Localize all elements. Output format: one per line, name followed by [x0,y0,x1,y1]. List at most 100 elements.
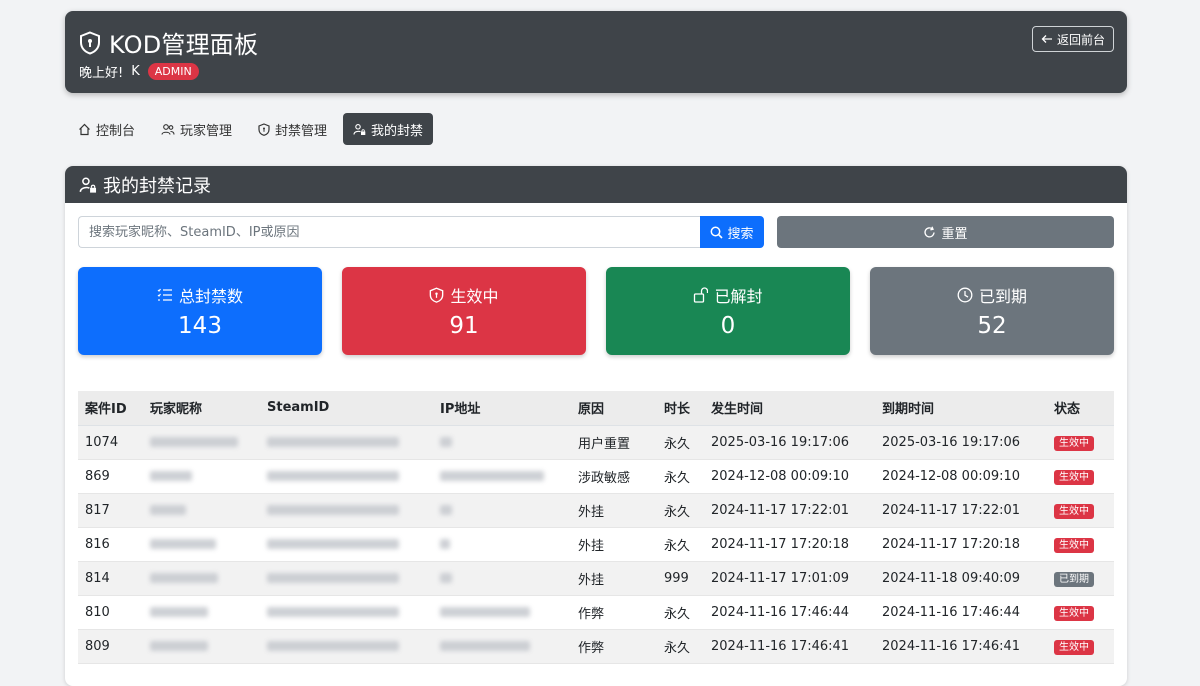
col-nickname[interactable]: 玩家昵称 [143,391,260,426]
cell-duration: 永久 [657,595,704,630]
cell-expire: 2024-11-18 09:40:09 [875,561,1047,596]
cell-reason: 作弊 [571,595,657,630]
col-status[interactable]: 状态 [1047,391,1114,426]
cell-steamid-redacted [260,493,433,528]
col-steamid[interactable]: SteamID [260,391,433,426]
cell-ip-redacted [433,595,571,630]
shield-icon [258,122,270,136]
cell-expire: 2024-11-16 17:46:41 [875,629,1047,664]
bans-table: 案件ID 玩家昵称 SteamID IP地址 原因 时长 发生时间 到期时间 状… [78,391,1114,664]
status-badge: 已到期 [1054,572,1094,587]
stat-value: 143 [178,313,222,339]
table-row[interactable]: 814 外挂 999 2024-11-17 17:01:09 2024-11-1… [78,561,1114,596]
reset-button-label: 重置 [941,226,968,242]
table-row[interactable]: 817 外挂 永久 2024-11-17 17:22:01 2024-11-17… [78,493,1114,528]
cell-reason: 外挂 [571,561,657,596]
table-row[interactable]: 810 作弊 永久 2024-11-16 17:46:44 2024-11-16… [78,595,1114,630]
list-icon [157,288,173,302]
arrow-left-icon [1041,34,1053,44]
col-reason[interactable]: 原因 [571,391,657,426]
cell-duration: 999 [657,561,704,596]
tab-ban-management[interactable]: 封禁管理 [248,113,337,145]
cell-duration: 永久 [657,629,704,664]
cell-expire: 2024-11-16 17:46:44 [875,595,1047,630]
cell-case-id: 1074 [78,425,143,460]
cell-nickname-redacted [143,561,260,596]
table-row[interactable]: 1074 用户重置 永久 2025-03-16 19:17:06 2025-03… [78,425,1114,460]
table-header-row: 案件ID 玩家昵称 SteamID IP地址 原因 时长 发生时间 到期时间 状… [78,391,1114,426]
cell-expire: 2024-11-17 17:22:01 [875,493,1047,528]
tab-player-management[interactable]: 玩家管理 [151,113,242,145]
stat-expired: 已到期 52 [870,267,1114,355]
back-button-label: 返回前台 [1056,32,1105,47]
cell-case-id: 810 [78,595,143,630]
cell-status: 生效中 [1047,493,1114,528]
col-time[interactable]: 发生时间 [704,391,875,426]
refresh-icon [923,226,936,239]
stat-value: 52 [977,313,1007,339]
cell-time: 2024-11-16 17:46:44 [704,595,875,630]
cell-duration: 永久 [657,425,704,460]
page-title: KOD管理面板 [109,31,259,59]
search-icon [710,226,724,239]
clock-icon [957,287,973,303]
cell-nickname-redacted [143,459,260,494]
search-button[interactable]: 搜索 [700,216,764,248]
cell-case-id: 809 [78,629,143,664]
col-ip[interactable]: IP地址 [433,391,571,426]
status-badge: 生效中 [1054,470,1094,485]
tab-label: 我的封禁 [371,123,424,139]
nav-tabs: 控制台 玩家管理 封禁管理 我的封禁 [68,113,434,145]
cell-case-id: 869 [78,459,143,494]
back-to-frontend-button[interactable]: 返回前台 [1031,26,1114,52]
stat-value: 91 [449,313,479,339]
cell-nickname-redacted [143,493,260,528]
cell-status: 已到期 [1047,561,1114,596]
my-bans-card: 我的封禁记录 搜索 重置 总封禁数 143 [65,166,1127,686]
reset-button[interactable]: 重置 [777,216,1114,248]
col-case-id[interactable]: 案件ID [78,391,143,426]
stat-unbanned: 已解封 0 [606,267,850,355]
cell-steamid-redacted [260,561,433,596]
tab-my-bans[interactable]: 我的封禁 [343,113,434,145]
search-group: 搜索 [78,216,764,248]
cell-reason: 作弊 [571,629,657,664]
cell-duration: 永久 [657,459,704,494]
tab-dashboard[interactable]: 控制台 [68,113,145,145]
col-expire[interactable]: 到期时间 [875,391,1047,426]
stat-label: 已到期 [978,287,1027,306]
cell-case-id: 816 [78,527,143,562]
cell-time: 2024-11-16 17:46:41 [704,629,875,664]
table-row[interactable]: 869 涉政敏感 永久 2024-12-08 00:09:10 2024-12-… [78,459,1114,494]
cell-nickname-redacted [143,595,260,630]
cell-reason: 外挂 [571,527,657,562]
shield-icon [429,287,444,303]
cell-expire: 2024-12-08 00:09:10 [875,459,1047,494]
cell-duration: 永久 [657,527,704,562]
house-icon [78,123,91,136]
card-header: 我的封禁记录 [65,166,1127,203]
table-row[interactable]: 809 作弊 永久 2024-11-16 17:46:41 2024-11-16… [78,629,1114,664]
greeting-text: 晚上好! [79,66,124,81]
cell-ip-redacted [433,493,571,528]
table-row[interactable]: 816 外挂 永久 2024-11-17 17:20:18 2024-11-17… [78,527,1114,562]
user-lock-icon [353,123,366,136]
cell-time: 2024-11-17 17:20:18 [704,527,875,562]
cell-ip-redacted [433,629,571,664]
status-badge: 生效中 [1054,606,1094,621]
cell-ip-redacted [433,561,571,596]
cell-case-id: 817 [78,493,143,528]
stat-total-bans: 总封禁数 143 [78,267,322,355]
cell-ip-redacted [433,527,571,562]
admin-header: KOD管理面板 晚上好! K ADMIN 返回前台 [65,11,1127,93]
col-duration[interactable]: 时长 [657,391,704,426]
tab-label: 玩家管理 [180,123,233,139]
cell-status: 生效中 [1047,425,1114,460]
cell-reason: 用户重置 [571,425,657,460]
user-lock-icon [79,176,97,194]
cell-status: 生效中 [1047,629,1114,664]
cell-status: 生效中 [1047,527,1114,562]
cell-reason: 外挂 [571,493,657,528]
search-input[interactable] [78,216,700,248]
stat-value: 0 [720,313,736,339]
